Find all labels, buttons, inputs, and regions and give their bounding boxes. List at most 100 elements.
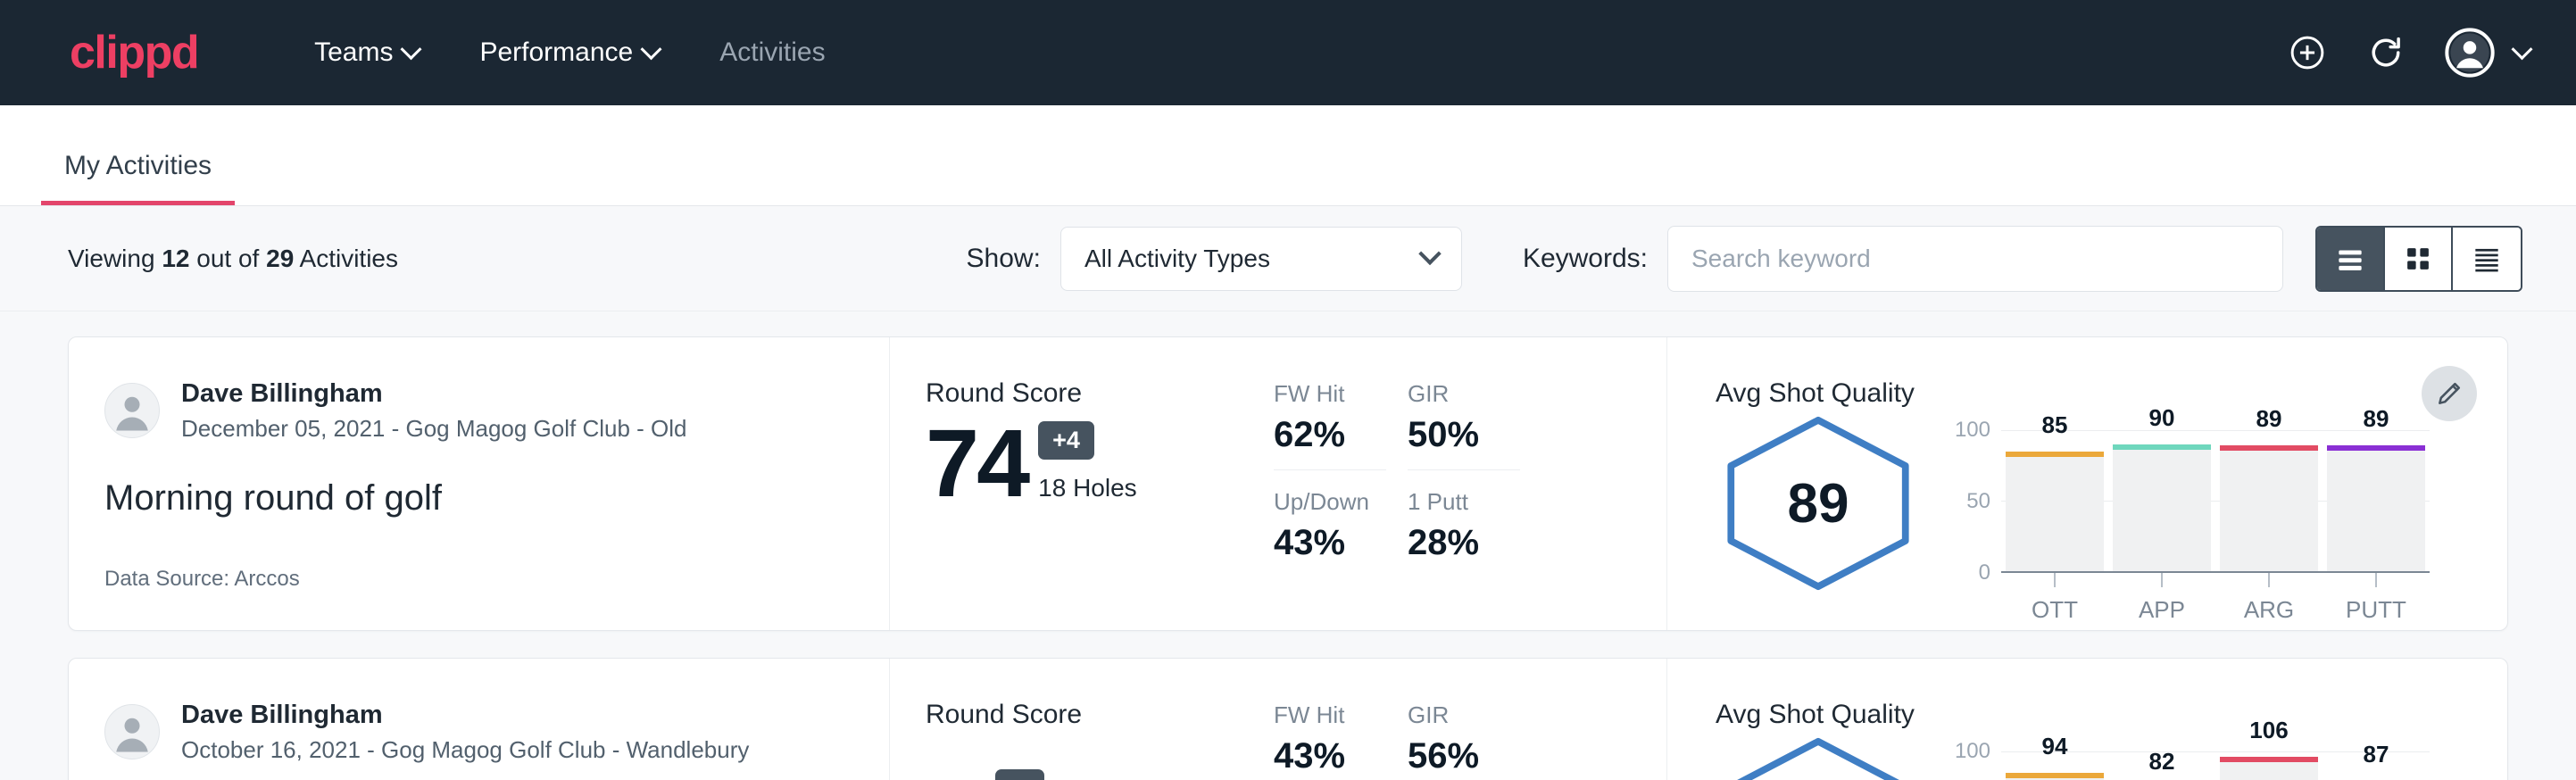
activity-list: Dave Billingham December 05, 2021 - Gog … [0,311,2576,780]
stat-label: FW Hit [1274,380,1408,408]
viewing-prefix: Viewing [68,245,155,272]
nav-item-activities[interactable]: Activities [689,37,855,68]
axis-tick [2375,573,2377,587]
score-to-par-badge: +4 [1038,421,1094,460]
round-score-value: 74 [926,418,1027,510]
activity-info: Dave Billingham December 05, 2021 - Gog … [69,337,890,630]
chart-y-axis: 100 50 0 [1948,430,2001,573]
view-toggle-group [2315,226,2522,292]
stat-fw-hit: FW Hit 62% Up/Down 43% [1274,380,1408,630]
person-icon [105,704,159,759]
bar-cap [2220,445,2318,451]
keywords-label: Keywords: [1523,244,1648,274]
bar-cap [2113,444,2211,450]
activity-card[interactable]: Dave Billingham October 16, 2021 - Gog M… [68,658,2508,780]
player-header: Dave Billingham October 16, 2021 - Gog M… [104,700,853,764]
shot-quality-chart: 100 94 [1948,735,2430,780]
x-tick-group: APP [2113,573,2211,624]
tab-my-activities[interactable]: My Activities [41,151,235,205]
avg-shot-quality-section: Avg Shot Quality 89 100 50 0 [1666,337,2507,630]
viewing-total: 29 [266,245,294,272]
player-name: Dave Billingham [181,700,749,731]
x-tick-label: APP [2139,596,2185,624]
nav-item-teams[interactable]: Teams [284,37,449,68]
avatar [104,383,160,438]
account-menu[interactable] [2445,28,2530,78]
y-tick: 0 [1979,560,1990,585]
bar-value-label: 85 [2042,411,2068,439]
y-tick: 100 [1955,418,1990,443]
plus-circle-icon[interactable] [2288,33,2327,72]
compact-view-button[interactable] [2453,228,2521,290]
stat-label: 1 Putt [1408,488,1541,516]
chart-plot-area: 94 82 [2001,751,2430,780]
chevron-down-icon [641,38,662,60]
chart-y-axis: 100 [1948,751,2001,780]
pencil-icon [2435,379,2464,408]
stat-gir: GIR 56% [1408,701,1541,780]
chart-plot-area: 85 90 [2001,430,2430,573]
round-score-section: Round Score 74 +4 18 Holes [890,337,1274,630]
shot-quality-chart: 100 50 0 85 [1948,414,2430,624]
divider [1408,469,1520,470]
stat-value: 43% [1274,523,1408,563]
chart-bar-slot: 89 [2220,430,2318,571]
account-avatar-icon [2445,28,2495,78]
bar-cap [2327,445,2425,451]
activity-type-select-value: All Activity Types [1084,245,1270,273]
stat-label: GIR [1408,380,1541,408]
filter-controls: Show: All Activity Types Keywords: [967,226,2522,292]
avatar [104,704,160,759]
nav-item-performance[interactable]: Performance [449,37,689,68]
x-tick-group: OTT [2006,573,2104,624]
round-stats: FW Hit 62% Up/Down 43% GIR 50% 1 Putt 28… [1274,337,1666,630]
x-tick-group: PUTT [2327,573,2425,624]
nav-item-teams-label: Teams [314,37,393,68]
grid-view-button[interactable] [2385,228,2453,290]
grid-view-icon [2401,242,2435,276]
chart-bar-slot: 85 [2006,430,2104,571]
divider [1274,469,1386,470]
axis-tick [2054,573,2056,587]
person-icon [105,383,159,438]
x-tick-label: ARG [2244,596,2294,624]
activity-title: Morning round of golf [104,478,853,519]
axis-tick [2161,573,2163,587]
score-to-par-badge [995,769,1044,780]
refresh-icon[interactable] [2366,33,2406,72]
avg-shot-quality-section: Avg Shot Quality 100 [1666,659,2507,780]
chart-bar-slot: 82 [2113,751,2211,780]
bar-value-label: 106 [2249,717,2288,744]
bar-value-label: 89 [2256,405,2282,433]
round-stats: FW Hit 43% GIR 56% [1274,659,1666,780]
x-tick-label: PUTT [2346,596,2406,624]
activity-type-select[interactable]: All Activity Types [1060,227,1462,291]
list-view-icon [2333,242,2367,276]
bar [2006,773,2104,780]
top-navigation-bar: clippd Teams Performance Activities [0,0,2576,105]
list-view-button[interactable] [2317,228,2385,290]
clippd-logo[interactable]: clippd [70,29,198,76]
data-source-label: Data Source: Arccos [104,567,853,592]
search-input[interactable] [1667,226,2283,292]
stat-label: Up/Down [1274,488,1408,516]
stat-label: GIR [1408,701,1541,729]
tab-my-activities-label: My Activities [64,151,212,180]
bar-value-label: 89 [2364,405,2389,433]
y-tick: 100 [1955,739,1990,764]
bar-value-label: 87 [2364,741,2389,768]
chart-bars: 94 82 [2001,751,2430,780]
bar-value-label: 90 [2149,404,2175,432]
chevron-down-icon [401,38,422,60]
chart-bar-slot: 90 [2113,430,2211,571]
chart-bar-slot: 87 [2327,751,2425,780]
activity-card[interactable]: Dave Billingham December 05, 2021 - Gog … [68,336,2508,631]
nav-actions [2288,28,2530,78]
stat-label: FW Hit [1274,701,1408,729]
bar-cap [2220,757,2318,762]
edit-activity-button[interactable] [2422,366,2477,421]
avg-shot-quality-hexagon: 89 [1716,414,1921,593]
show-label: Show: [967,244,1041,274]
bar-value-label: 82 [2149,748,2175,776]
stat-value: 50% [1408,415,1541,455]
